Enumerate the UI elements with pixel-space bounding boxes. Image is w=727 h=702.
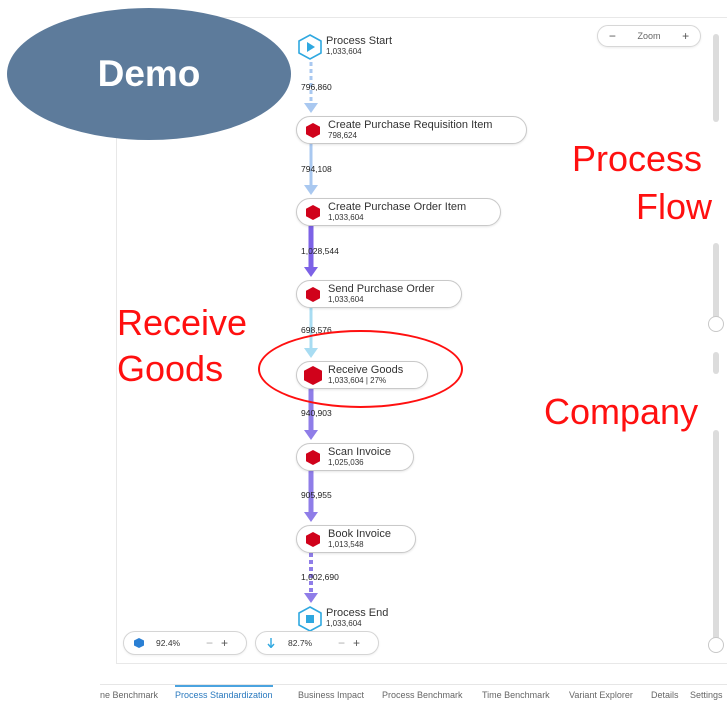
- annotation-receive: Receive: [117, 302, 248, 343]
- connections-decrease-button[interactable]: −: [338, 636, 345, 650]
- tab-variant-explorer[interactable]: Variant Explorer: [569, 690, 633, 700]
- tab-time-benchmark[interactable]: Time Benchmark: [482, 690, 550, 700]
- demo-watermark: Demo: [7, 8, 291, 140]
- annotation-company: Company: [544, 391, 699, 432]
- activity-book-invoice[interactable]: Book Invoice 1,013,548: [296, 525, 416, 553]
- stop-icon: [298, 606, 322, 632]
- annotation-process: Process: [572, 138, 703, 179]
- activity-create-purchase-order-item[interactable]: Create Purchase Order Item 1,033,604: [296, 198, 501, 226]
- node-count: 1,033,604: [328, 295, 364, 304]
- activity-scan-invoice[interactable]: Scan Invoice 1,025,036: [296, 443, 414, 471]
- node-count: 1,033,604: [326, 619, 362, 628]
- activities-decrease-button[interactable]: −: [206, 636, 213, 650]
- edge-arrowhead: [304, 103, 318, 113]
- activities-slider[interactable]: 92.4% − +: [123, 631, 247, 655]
- annotation-flow: Flow: [636, 186, 713, 227]
- edge-arrowhead: [304, 593, 318, 603]
- bottom-tab-bar: ne Benchmark Process Standardization Bus…: [100, 684, 727, 702]
- node-count: 1,025,036: [328, 458, 364, 467]
- edge-arrowhead: [304, 185, 318, 195]
- tab-time-benchmark-partial[interactable]: ne Benchmark: [100, 690, 158, 700]
- activity-icon: [306, 532, 320, 547]
- arrow-down-icon: [267, 638, 275, 648]
- edge-label: 794,108: [301, 164, 332, 174]
- tab-process-benchmark[interactable]: Process Benchmark: [382, 690, 463, 700]
- node-count: 1,033,604: [328, 213, 364, 222]
- edge-arrowhead: [304, 267, 318, 277]
- edge-label: 940,903: [301, 408, 332, 418]
- play-icon: [298, 34, 322, 60]
- activity-send-purchase-order[interactable]: Send Purchase Order 1,033,604: [296, 280, 462, 308]
- connections-slider[interactable]: 82.7% − +: [255, 631, 379, 655]
- edge-label: 1,028,544: [301, 246, 339, 256]
- highlight-circle: [258, 330, 463, 408]
- process-end-node[interactable]: Process End 1,033,604: [298, 606, 438, 634]
- connections-value: 82.7%: [288, 638, 313, 648]
- annotation-goods: Goods: [117, 348, 224, 389]
- activity-icon: [306, 450, 320, 465]
- edge-arrowhead: [304, 430, 318, 440]
- activity-icon: [306, 205, 320, 220]
- activity-create-purchase-requisition-item[interactable]: Create Purchase Requisition Item 798,624: [296, 116, 527, 144]
- node-count: 1,033,604: [326, 47, 362, 56]
- activities-value: 92.4%: [156, 638, 181, 648]
- activity-filter-icon: [134, 638, 144, 648]
- tab-details[interactable]: Details: [651, 690, 679, 700]
- tab-settings[interactable]: Settings: [690, 690, 723, 700]
- node-count: 798,624: [328, 131, 357, 140]
- tab-process-standardization[interactable]: Process Standardization: [175, 685, 273, 700]
- connections-increase-button[interactable]: +: [353, 636, 360, 650]
- edge-label: 796,860: [301, 82, 332, 92]
- node-count: 1,013,548: [328, 540, 364, 549]
- activity-icon: [306, 123, 320, 138]
- activity-icon: [306, 287, 320, 302]
- activities-increase-button[interactable]: +: [221, 636, 228, 650]
- edge-label: 1,002,690: [301, 572, 339, 582]
- tab-business-impact[interactable]: Business Impact: [298, 690, 364, 700]
- process-start-node[interactable]: Process Start 1,033,604: [298, 34, 438, 62]
- edge-label: 905,955: [301, 490, 332, 500]
- edge-arrowhead: [304, 512, 318, 522]
